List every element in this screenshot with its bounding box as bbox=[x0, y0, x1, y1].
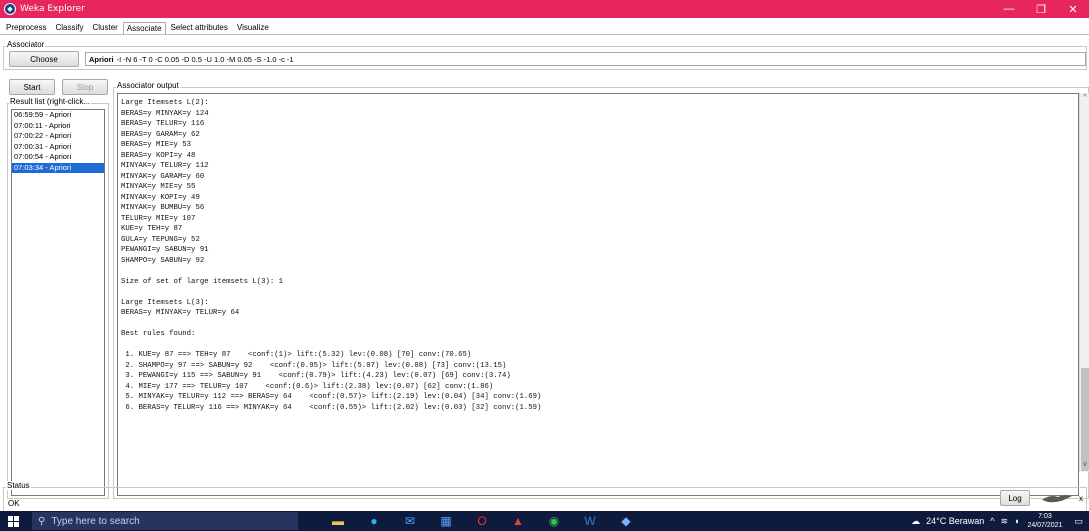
tab-cluster[interactable]: Cluster bbox=[88, 21, 121, 34]
result-item-selected[interactable]: 07:03:34 - Apriori bbox=[12, 162, 104, 173]
minimize-icon[interactable]: — bbox=[993, 0, 1025, 18]
title-bar: ◆ Weka Explorer — ❐ ✕ bbox=[0, 0, 1089, 18]
algorithm-name: Apriori bbox=[89, 54, 114, 64]
windows-start-icon[interactable] bbox=[0, 511, 26, 531]
search-placeholder: Type here to search bbox=[51, 515, 140, 527]
algorithm-options: -I -N 6 -T 0 -C 0.05 -D 0.5 -U 1.0 -M 0.… bbox=[116, 54, 294, 64]
weka-bird-icon bbox=[1040, 492, 1074, 504]
result-item[interactable]: 06:59:59 - Apriori bbox=[12, 110, 104, 121]
scroll-down-icon[interactable]: v bbox=[1080, 460, 1089, 470]
close-icon[interactable]: ✕ bbox=[1057, 0, 1089, 18]
tab-select-attributes[interactable]: Select attributes bbox=[167, 21, 232, 34]
status-x-label: x bbox=[1079, 494, 1083, 503]
maximize-icon[interactable]: ❐ bbox=[1025, 0, 1057, 18]
result-list: 06:59:59 - Apriori 07:00:11 - Apriori 07… bbox=[11, 109, 105, 496]
file-explorer-icon[interactable]: ▬ bbox=[330, 513, 346, 529]
output-lines: Large Itemsets L(2): BERAS=y MINYAK=y 12… bbox=[121, 99, 542, 412]
scroll-thumb[interactable] bbox=[1081, 368, 1089, 471]
windows-taskbar: ⚲ Type here to search ▬ ● ✉ ▦ O ▲ ◉ W ◆ … bbox=[0, 511, 1089, 531]
associator-output-text[interactable]: Large Itemsets L(2): BERAS=y MINYAK=y 12… bbox=[117, 93, 1079, 496]
office-app-icon[interactable]: ▲ bbox=[510, 513, 526, 529]
opera-icon[interactable]: O bbox=[474, 513, 490, 529]
network-icon[interactable]: ≋ bbox=[1000, 516, 1008, 527]
taskbar-apps: ▬ ● ✉ ▦ O ▲ ◉ W ◆ bbox=[330, 513, 634, 529]
mail-icon[interactable]: ✉ bbox=[402, 513, 418, 529]
tab-classify[interactable]: Classify bbox=[51, 21, 87, 34]
result-item[interactable]: 07:00:22 - Apriori bbox=[12, 131, 104, 142]
weka-taskbar-icon[interactable]: ◆ bbox=[618, 513, 634, 529]
associator-config-field[interactable]: Apriori -I -N 6 -T 0 -C 0.05 -D 0.5 -U 1… bbox=[85, 52, 1086, 66]
status-label: Status bbox=[6, 481, 31, 490]
search-icon: ⚲ bbox=[38, 515, 46, 527]
chevron-up-icon[interactable]: ^ bbox=[990, 516, 994, 526]
result-item[interactable]: 07:00:54 - Apriori bbox=[12, 152, 104, 163]
clock-time: 7:03 bbox=[1038, 513, 1052, 520]
store-icon[interactable]: ▦ bbox=[438, 513, 454, 529]
word-icon[interactable]: W bbox=[582, 513, 598, 529]
tab-preprocess[interactable]: Preprocess bbox=[2, 21, 50, 34]
window-title: Weka Explorer bbox=[20, 4, 85, 14]
status-text: OK bbox=[8, 499, 20, 508]
choose-button[interactable]: Choose bbox=[9, 51, 79, 67]
result-item[interactable]: 07:00:31 - Apriori bbox=[12, 142, 104, 153]
result-item[interactable]: 07:00:11 - Apriori bbox=[12, 121, 104, 132]
tab-bar: Preprocess Classify Cluster Associate Se… bbox=[0, 19, 274, 34]
scroll-up-icon[interactable]: ^ bbox=[1080, 93, 1089, 103]
stop-button: Stop bbox=[62, 79, 108, 95]
taskbar-clock[interactable]: 7:03 24/07/2021 bbox=[1027, 512, 1062, 530]
log-button[interactable]: Log bbox=[1000, 490, 1030, 506]
weka-app-icon: ◆ bbox=[4, 3, 16, 15]
notification-icon[interactable]: ▭ bbox=[1074, 516, 1083, 527]
tab-associate[interactable]: Associate bbox=[122, 22, 166, 34]
window-controls: — ❐ ✕ bbox=[993, 0, 1089, 18]
volume-icon[interactable]: ◖ bbox=[1014, 516, 1019, 526]
weather-icon[interactable]: ☁ bbox=[911, 516, 920, 527]
vertical-scrollbar[interactable]: ^ v bbox=[1079, 93, 1089, 472]
system-tray: ☁ 24°C Berawan ^ ≋ ◖ 7:03 24/07/2021 ▭ bbox=[905, 511, 1089, 531]
taskbar-search-input[interactable]: ⚲ Type here to search bbox=[32, 512, 298, 530]
tab-divider bbox=[0, 34, 1089, 35]
edge-browser-icon[interactable]: ● bbox=[366, 513, 382, 529]
output-label: Associator output bbox=[116, 81, 180, 90]
tab-visualize[interactable]: Visualize bbox=[233, 21, 273, 34]
clock-date: 24/07/2021 bbox=[1027, 522, 1063, 529]
result-list-label: Result list (right-click... bbox=[9, 97, 92, 106]
start-button[interactable]: Start bbox=[9, 79, 55, 95]
weather-text[interactable]: 24°C Berawan bbox=[926, 516, 984, 526]
chrome-icon[interactable]: ◉ bbox=[546, 513, 562, 529]
associator-section-label: Associator bbox=[6, 40, 46, 49]
